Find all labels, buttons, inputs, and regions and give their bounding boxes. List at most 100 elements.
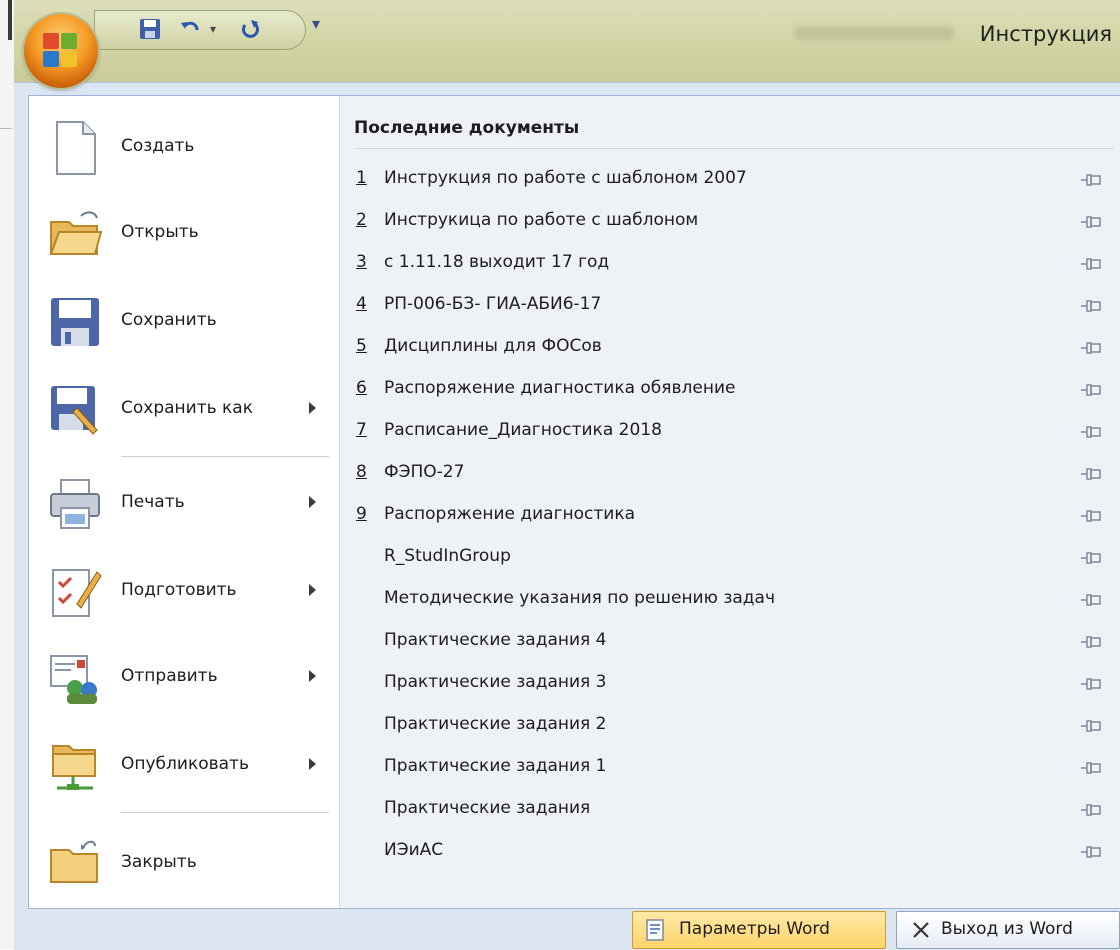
pin-icon[interactable] [1080,550,1102,566]
recent-document-item[interactable]: 1 Инструкция по работе с шаблоном 2007 [340,160,1120,202]
separator [354,148,1114,149]
recent-document-item[interactable]: R_StudInGroup [340,538,1120,580]
save-icon [140,19,160,39]
submenu-arrow-icon [309,758,316,770]
recent-document-item[interactable]: Практические задания 4 [340,622,1120,664]
separator [121,812,329,813]
cmd-label: Печать [121,492,185,512]
recent-document-item[interactable]: Методические указания по решению задач [340,580,1120,622]
recent-document-name: ИЭиАС [384,840,444,860]
submenu-arrow-icon [309,402,316,414]
exit-word-label: Выход из Word [941,919,1073,939]
pin-icon[interactable] [1080,298,1102,314]
cmd-print[interactable]: Печать [29,462,339,546]
recent-document-item[interactable]: 3 с 1.11.18 выходит 17 год [340,244,1120,286]
recent-document-name: Дисциплины для ФОСов [384,336,602,356]
cmd-prepare[interactable]: Подготовить [29,550,339,634]
pin-icon[interactable] [1080,508,1102,524]
open-folder-icon [49,211,103,255]
pin-icon[interactable] [1080,760,1102,776]
pin-icon[interactable] [1080,382,1102,398]
options-icon [646,919,664,941]
cmd-open[interactable]: Открыть [29,192,339,276]
submenu-arrow-icon [309,584,316,596]
recent-document-name: Практические задания [384,798,591,818]
publish-icon [52,745,96,790]
pin-icon[interactable] [1080,466,1102,482]
pin-icon[interactable] [1080,214,1102,230]
recent-document-number: 2 [356,210,367,230]
exit-word-button[interactable]: Выход из Word [896,911,1120,949]
undo-button[interactable] [175,15,205,43]
pin-icon[interactable] [1080,844,1102,860]
recent-document-item[interactable]: 6 Распоряжение диагностика обявление [340,370,1120,412]
close-folder-icon [50,840,98,883]
pin-icon[interactable] [1080,424,1102,440]
cmd-label: Сохранить как [121,398,253,418]
recent-documents-panel: Последние документы 1 Инструкция по работ… [339,96,1120,908]
save-button[interactable] [135,15,165,43]
pin-icon[interactable] [1080,802,1102,818]
recent-document-item[interactable]: Практические задания 2 [340,706,1120,748]
customize-toolbar-dropdown[interactable]: ▾ [312,14,320,33]
recent-document-name: Практические задания 4 [384,630,607,650]
title-blurred-text [794,26,954,40]
recent-document-number: 9 [356,504,367,524]
pin-icon[interactable] [1080,256,1102,272]
word-options-button[interactable]: Параметры Word [632,911,886,949]
window-edge [8,0,12,40]
pin-icon[interactable] [1080,340,1102,356]
cmd-label: Отправить [121,666,218,686]
undo-dropdown[interactable]: ▾ [205,15,221,43]
window-title: Инструкция [979,22,1112,46]
cmd-new[interactable]: Создать [29,106,339,190]
prepare-icon [52,569,102,617]
redo-icon [242,20,259,38]
cmd-send[interactable]: Отправить [29,636,339,720]
pin-icon[interactable] [1080,718,1102,734]
recent-document-number: 5 [356,336,367,356]
recent-document-item[interactable]: Практические задания 1 [340,748,1120,790]
recent-document-item[interactable]: 8 ФЭПО-27 [340,454,1120,496]
new-document-icon [56,121,96,175]
cmd-label: Открыть [121,222,199,242]
commands-column: Создать Открыть Сохранить Сохранить как … [29,96,339,908]
printer-icon [50,479,100,529]
recent-document-name: Инструкция по работе с шаблоном 2007 [384,168,747,188]
cmd-label: Сохранить [121,310,217,330]
office-logo-icon [43,33,79,69]
cmd-label: Закрыть [121,852,197,872]
recent-document-item[interactable]: Практические задания 3 [340,664,1120,706]
cmd-close[interactable]: Закрыть [29,818,339,902]
recent-document-item[interactable]: 9 Распоряжение диагностика [340,496,1120,538]
recent-document-item[interactable]: Практические задания [340,790,1120,832]
redo-button[interactable] [235,15,265,43]
cmd-save[interactable]: Сохранить [29,280,339,364]
recent-documents-title: Последние документы [354,118,580,138]
recent-document-name: Инструкица по работе с шаблоном [384,210,699,230]
pin-icon[interactable] [1080,592,1102,608]
cmd-label: Создать [121,136,195,156]
title-bar: Инструкция ▾ ▾ [14,0,1120,82]
cmd-publish[interactable]: Опубликовать [29,724,339,808]
recent-document-number: 4 [356,294,367,314]
recent-document-number: 8 [356,462,367,482]
recent-document-item[interactable]: 4 РП-006-БЗ- ГИА-АБИ6-17 [340,286,1120,328]
office-button[interactable] [24,14,98,88]
recent-document-item[interactable]: 5 Дисциплины для ФОСов [340,328,1120,370]
recent-document-name: Практические задания 3 [384,672,607,692]
recent-document-name: РП-006-БЗ- ГИА-АБИ6-17 [384,294,602,314]
recent-document-item[interactable]: ИЭиАС [340,832,1120,874]
recent-document-number: 6 [356,378,367,398]
pin-icon[interactable] [1080,634,1102,650]
ruler-line [0,128,12,129]
cmd-save-as[interactable]: Сохранить как [29,368,339,452]
recent-document-name: Распоряжение диагностика обявление [384,378,736,398]
recent-document-item[interactable]: 2 Инструкица по работе с шаблоном [340,202,1120,244]
word-options-label: Параметры Word [679,919,830,939]
recent-document-item[interactable]: 7 Расписание_Диагностика 2018 [340,412,1120,454]
pin-icon[interactable] [1080,676,1102,692]
recent-document-name: с 1.11.18 выходит 17 год [384,252,610,272]
pin-icon[interactable] [1080,172,1102,188]
recent-document-name: R_StudInGroup [384,546,511,566]
